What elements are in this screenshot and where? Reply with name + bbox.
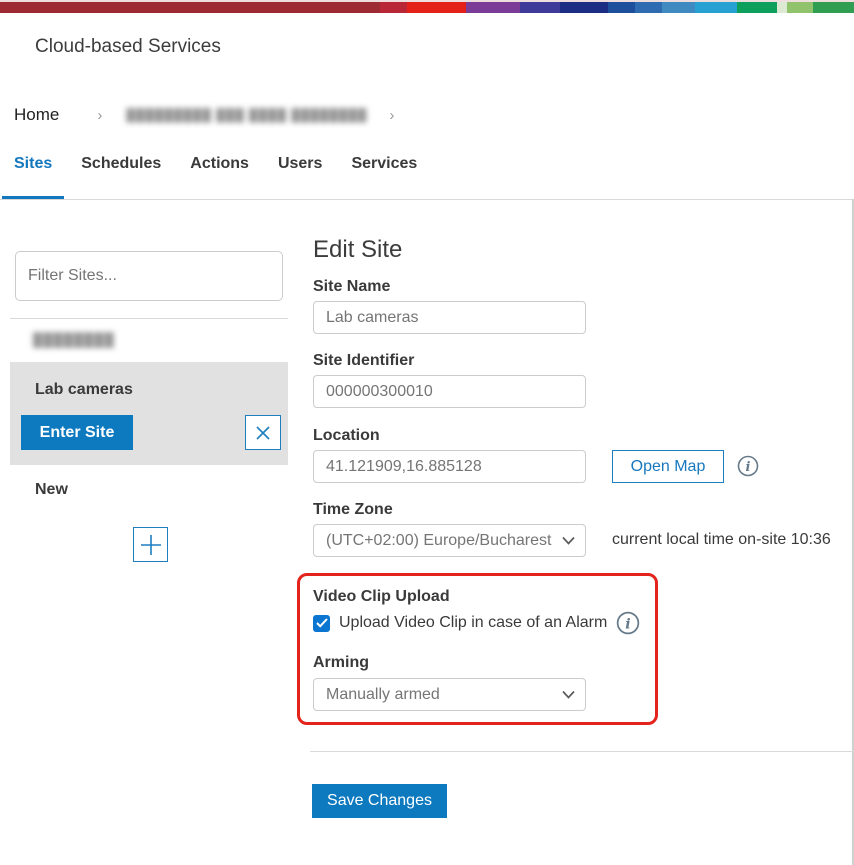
location-info-icon[interactable]: i — [737, 455, 759, 482]
form-footer-divider — [310, 751, 854, 752]
brand-color-segment — [466, 2, 520, 13]
svg-text:i: i — [746, 460, 751, 475]
timezone-select-value: (UTC+02:00) Europe/Bucharest — [326, 532, 551, 550]
brand-color-segment — [520, 2, 560, 13]
tab-bar: Sites Schedules Actions Users Services — [14, 155, 417, 173]
site-name-input[interactable] — [313, 301, 586, 334]
brand-color-segment — [0, 2, 380, 13]
brand-color-segment — [787, 2, 813, 13]
video-clip-upload-row: Upload Video Clip in case of an Alarm i — [313, 611, 640, 635]
brand-color-segment — [695, 2, 737, 13]
chevron-right-icon: › — [389, 107, 394, 124]
enter-site-button[interactable]: Enter Site — [21, 415, 133, 450]
filter-sites-field — [15, 251, 283, 301]
breadcrumb: Home › █████████ ███ ████ ████████ › — [14, 103, 714, 127]
brand-color-segment — [635, 2, 662, 13]
site-identifier-input[interactable] — [313, 375, 586, 408]
save-changes-button[interactable]: Save Changes — [312, 784, 447, 818]
brand-color-segment — [813, 2, 854, 13]
tab-services[interactable]: Services — [351, 155, 417, 173]
tab-schedules[interactable]: Schedules — [81, 155, 161, 173]
add-site-button[interactable] — [133, 527, 168, 562]
brand-color-segment — [407, 2, 466, 13]
svg-text:i: i — [626, 616, 631, 632]
brand-color-segment — [608, 2, 635, 13]
plus-icon — [139, 533, 163, 557]
form-title: Edit Site — [313, 236, 402, 264]
tab-actions[interactable]: Actions — [190, 155, 249, 173]
close-site-button[interactable] — [245, 415, 281, 450]
brand-color-segment — [777, 2, 787, 13]
tab-users[interactable]: Users — [278, 155, 322, 173]
site-identifier-label: Site Identifier — [313, 352, 414, 370]
tab-sites[interactable]: Sites — [14, 155, 52, 173]
chevron-down-icon — [562, 690, 575, 699]
breadcrumb-home-link[interactable]: Home — [14, 105, 59, 125]
video-clip-upload-label: Video Clip Upload — [313, 588, 450, 606]
timezone-select[interactable]: (UTC+02:00) Europe/Bucharest — [313, 524, 586, 557]
filter-sites-input[interactable] — [15, 251, 283, 301]
upload-clip-checkbox[interactable] — [313, 615, 330, 632]
brand-color-segment — [380, 2, 407, 13]
arming-select[interactable]: Manually armed — [313, 678, 586, 711]
local-time-note: current local time on-site 10:36 — [612, 531, 831, 549]
timezone-label: Time Zone — [313, 501, 393, 519]
chevron-right-icon: › — [97, 107, 102, 124]
brand-color-segment — [560, 2, 608, 13]
location-input[interactable] — [313, 450, 586, 483]
open-map-button[interactable]: Open Map — [612, 450, 724, 483]
arming-label: Arming — [313, 654, 369, 672]
brand-color-segment — [737, 2, 777, 13]
new-site-label: New — [35, 481, 68, 499]
brand-color-bar — [0, 2, 854, 13]
redacted-site-label: ████████ — [33, 332, 115, 347]
close-icon — [254, 424, 272, 442]
upload-clip-checkbox-label: Upload Video Clip in case of an Alarm — [339, 614, 607, 632]
location-label: Location — [313, 427, 380, 445]
list-item-redacted-site[interactable]: ████████ — [33, 329, 115, 349]
page-title: Cloud-based Services — [35, 36, 221, 58]
site-name-label: Site Name — [313, 278, 390, 296]
sites-list-divider — [10, 318, 288, 319]
selected-site-row[interactable]: Lab cameras Enter Site — [10, 362, 288, 465]
arming-select-value: Manually armed — [326, 686, 440, 704]
breadcrumb-account-redacted[interactable]: █████████ ███ ████ ████████ — [126, 108, 367, 122]
selected-site-label: Lab cameras — [35, 381, 133, 399]
upload-clip-info-icon[interactable]: i — [616, 611, 640, 635]
tabs-divider — [0, 199, 854, 200]
chevron-down-icon — [562, 536, 575, 545]
brand-color-segment — [662, 2, 695, 13]
